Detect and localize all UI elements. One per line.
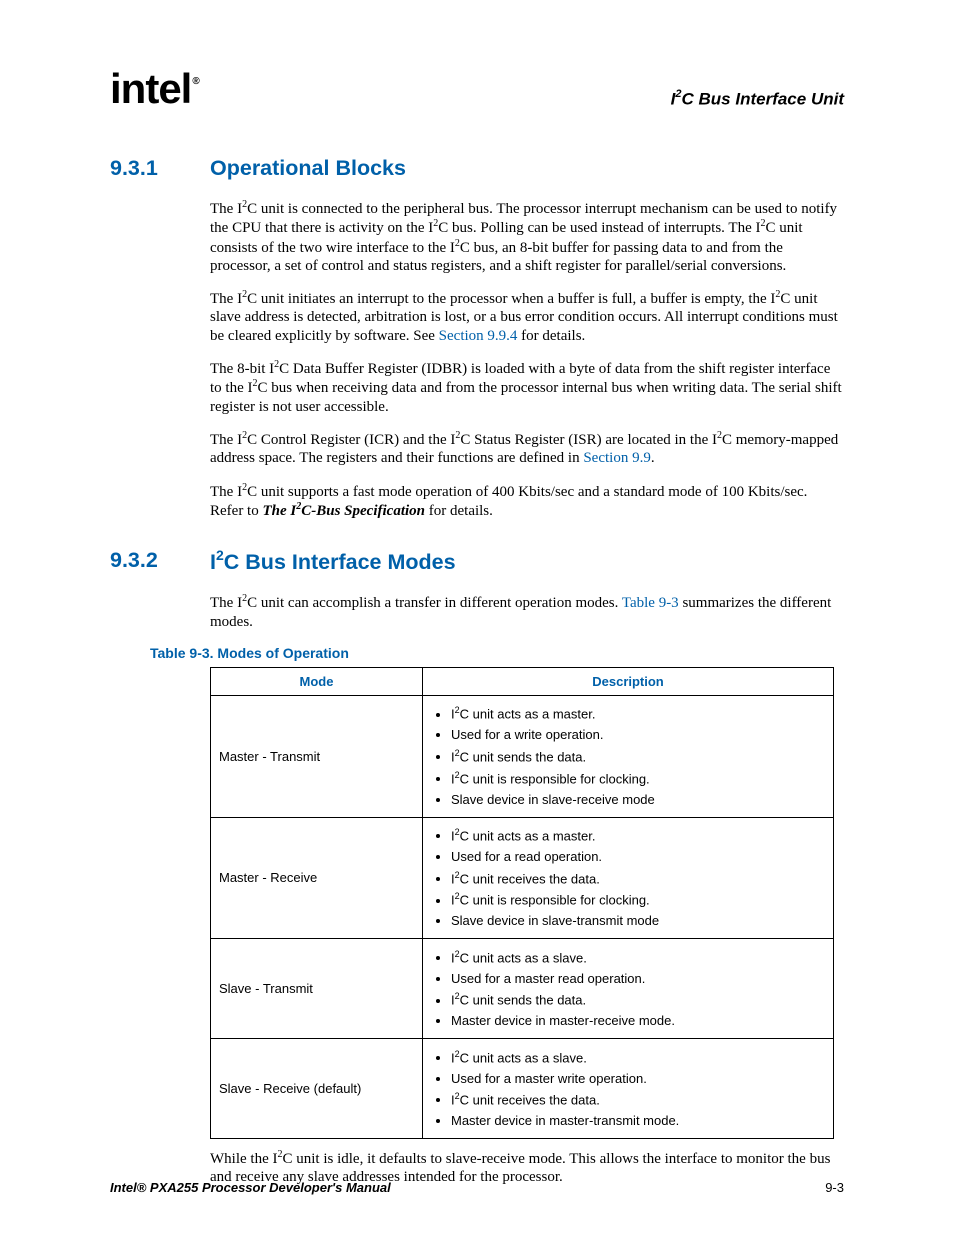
section-number: 9.3.1 (110, 156, 210, 181)
list-item: I2C unit acts as a master. (451, 825, 825, 847)
section-heading-9-3-2: 9.3.2 I2C Bus Interface Modes (110, 548, 844, 575)
list-item: I2C unit acts as a slave. (451, 1046, 825, 1068)
list-item: I2C unit sends the data. (451, 989, 825, 1011)
section-heading-9-3-1: 9.3.1 Operational Blocks (110, 156, 844, 181)
section-title: I2C Bus Interface Modes (210, 548, 456, 575)
list-item: I2C unit sends the data. (451, 745, 825, 767)
footer-page-number: 9-3 (825, 1180, 844, 1195)
table-row: Master - ReceiveI2C unit acts as a maste… (211, 817, 834, 939)
table-header-mode: Mode (211, 667, 423, 695)
paragraph: The I2C Control Register (ICR) and the I… (210, 430, 844, 468)
section-number: 9.3.2 (110, 548, 210, 575)
logo-l: l (181, 65, 192, 112)
footer-manual-title: Intel® PXA255 Processor Developer's Manu… (110, 1180, 391, 1195)
list-item: Slave device in slave-transmit mode (451, 911, 825, 932)
section-ref-link[interactable]: Section 9.9.4 (439, 328, 518, 344)
table-row: Slave - TransmitI2C unit acts as a slave… (211, 939, 834, 1039)
description-cell: I2C unit acts as a master.Used for a wri… (423, 695, 834, 817)
paragraph: The I2C unit supports a fast mode operat… (210, 482, 844, 521)
section-ref-link[interactable]: Section 9.9 (583, 450, 651, 466)
list-item: Used for a master write operation. (451, 1068, 825, 1089)
modes-table: Mode Description Master - TransmitI2C un… (210, 667, 834, 1139)
logo-text: int (110, 65, 158, 112)
description-cell: I2C unit acts as a slave.Used for a mast… (423, 1039, 834, 1139)
logo-registered-icon: ® (192, 76, 198, 87)
table-row: Master - TransmitI2C unit acts as a mast… (211, 695, 834, 817)
mode-cell: Slave - Transmit (211, 939, 423, 1039)
table-row: Slave - Receive (default)I2C unit acts a… (211, 1039, 834, 1139)
list-item: Used for a master read operation. (451, 968, 825, 989)
intel-logo: intel® (110, 68, 198, 110)
list-item: Used for a read operation. (451, 847, 825, 868)
mode-cell: Slave - Receive (default) (211, 1039, 423, 1139)
description-cell: I2C unit acts as a slave.Used for a mast… (423, 939, 834, 1039)
description-cell: I2C unit acts as a master.Used for a rea… (423, 817, 834, 939)
page-header: intel® I2C Bus Interface Unit (110, 68, 844, 110)
list-item: I2C unit is responsible for clocking. (451, 889, 825, 911)
table-ref-link[interactable]: Table 9-3 (622, 595, 679, 611)
list-item: Master device in master-transmit mode. (451, 1110, 825, 1131)
list-item: Used for a write operation. (451, 725, 825, 746)
list-item: I2C unit receives the data. (451, 1089, 825, 1111)
table-header-desc: Description (423, 667, 834, 695)
logo-e: e (158, 65, 180, 112)
paragraph: The I2C unit is connected to the periphe… (210, 199, 844, 275)
list-item: Slave device in slave-receive mode (451, 789, 825, 810)
header-chapter-title: I2C Bus Interface Unit (671, 89, 844, 110)
paragraph: The 8-bit I2C Data Buffer Register (IDBR… (210, 359, 844, 416)
section-title: Operational Blocks (210, 156, 406, 181)
table-caption: Table 9-3. Modes of Operation (150, 645, 844, 661)
list-item: I2C unit acts as a master. (451, 703, 825, 725)
paragraph: The I2C unit can accomplish a transfer i… (210, 593, 844, 631)
mode-cell: Master - Transmit (211, 695, 423, 817)
page-footer: Intel® PXA255 Processor Developer's Manu… (110, 1180, 844, 1195)
paragraph: The I2C unit initiates an interrupt to t… (210, 289, 844, 345)
list-item: I2C unit receives the data. (451, 867, 825, 889)
list-item: I2C unit is responsible for clocking. (451, 767, 825, 789)
list-item: Master device in master-receive mode. (451, 1011, 825, 1032)
mode-cell: Master - Receive (211, 817, 423, 939)
list-item: I2C unit acts as a slave. (451, 946, 825, 968)
